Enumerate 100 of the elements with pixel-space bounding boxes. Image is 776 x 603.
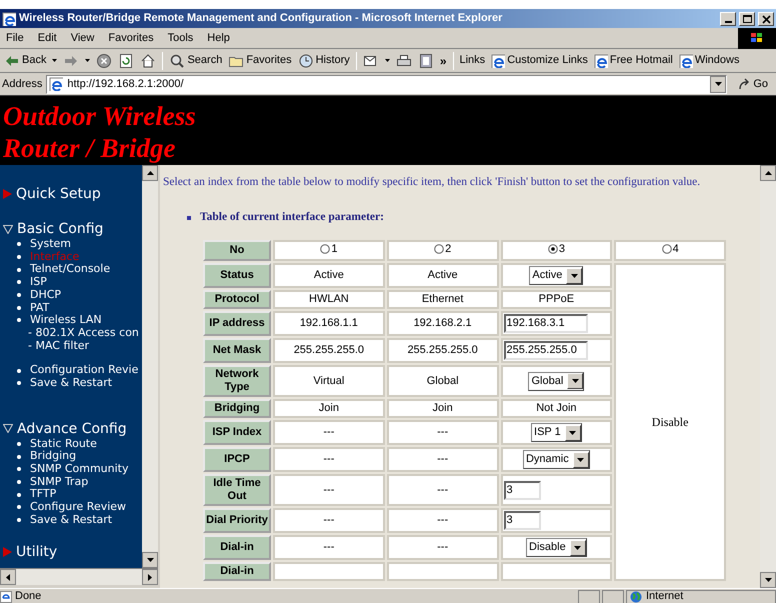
bullet-icon (17, 368, 21, 373)
sidebar-section[interactable]: Basic Config (0, 220, 142, 238)
back-button[interactable]: Back (4, 50, 46, 70)
page-icon (491, 54, 506, 68)
bullet-icon (17, 268, 21, 272)
sidebar-section[interactable]: Utility (0, 543, 142, 562)
link-button[interactable]: Free Hotmail (594, 52, 673, 69)
input-field[interactable]: 255.255.255.0 (504, 341, 588, 360)
table-cell: --- (273, 508, 385, 533)
table-cell: Virtual (273, 365, 385, 397)
radio-button[interactable]: 4 (662, 242, 679, 256)
address-field[interactable]: http://192.168.2.1:2000/ (46, 74, 728, 94)
bullet-icon (17, 454, 21, 459)
link-button[interactable]: Windows (678, 52, 740, 69)
history-button[interactable]: History (298, 50, 350, 70)
menu-item[interactable]: Edit (38, 30, 57, 46)
minimize-icon (724, 20, 732, 22)
document-icon (418, 52, 434, 68)
vertical-scrollbar[interactable] (142, 165, 158, 568)
input-field[interactable]: 3 (504, 511, 540, 530)
overflow-button[interactable]: » (440, 52, 446, 70)
down-triangle-icon (3, 424, 13, 434)
menu-item[interactable]: Favorites (108, 30, 154, 46)
link-button[interactable]: Customize Links (491, 52, 588, 69)
table-cell: --- (386, 508, 498, 533)
table-cell: Active (273, 263, 385, 288)
table-cell: Join (273, 399, 385, 418)
dropdown-arrow-icon (569, 430, 576, 434)
sidebar-section[interactable]: Advance Config (0, 420, 142, 438)
favorites-button[interactable]: Favorites (228, 50, 292, 70)
dropdown-arrow-icon (570, 274, 578, 278)
caret-icon[interactable] (85, 59, 90, 62)
globe-icon (630, 590, 642, 602)
radio-icon (320, 244, 330, 254)
search-icon (169, 52, 186, 68)
go-button[interactable]: Go (731, 76, 774, 92)
page-icon (2, 12, 16, 26)
table-cell: Join (386, 399, 498, 418)
status-panel (578, 590, 600, 603)
dropdown[interactable]: Disable (526, 538, 587, 557)
table-cell: --- (386, 420, 498, 445)
printer-icon (396, 52, 412, 68)
table-cell: Global (386, 365, 498, 397)
input-field[interactable]: 3 (504, 480, 540, 500)
table-cell: --- (386, 447, 498, 472)
menu-item[interactable]: View (70, 30, 94, 46)
bullet-icon (17, 381, 21, 386)
dropdown[interactable]: Dynamic (522, 450, 590, 469)
radio-button[interactable]: 3 (548, 242, 565, 256)
sidebar-link[interactable]: System (30, 236, 72, 253)
radio-button[interactable]: 1 (320, 242, 338, 256)
table-cell: Ethernet (386, 290, 498, 309)
page-icon (594, 54, 608, 68)
table-cell: HWLAN (273, 290, 385, 309)
row-header: Net Mask (203, 338, 271, 363)
menu-item[interactable]: File (6, 30, 24, 46)
row-header: Network Type (203, 365, 271, 397)
table-cell: --- (273, 474, 385, 506)
column-header: No (203, 240, 271, 261)
stop-icon (96, 52, 112, 68)
caret-icon[interactable] (384, 59, 390, 62)
table-cell: --- (386, 474, 498, 506)
table-cell: Active (386, 263, 498, 288)
page-icon (678, 54, 693, 68)
status-text: Disable (652, 414, 688, 428)
right-triangle-icon (3, 547, 12, 558)
dropdown[interactable]: Active (529, 266, 584, 285)
table-cell: --- (386, 535, 498, 560)
window-title: Wireless Router/Bridge Remote Management and Configuration - Microsoft Internet Explorer (19, 11, 504, 26)
dropdown-arrow-icon (714, 82, 722, 86)
menu-item[interactable]: Help (207, 30, 230, 46)
table-cell: Not Join (500, 399, 612, 418)
down-arrow-icon (764, 578, 772, 582)
bullet-icon (17, 255, 21, 260)
sidebar-section[interactable]: Quick Setup (0, 185, 142, 203)
row-header: Protocol (203, 290, 271, 309)
close-button[interactable] (758, 12, 774, 26)
maximize-button[interactable] (739, 12, 755, 26)
horizontal-scrollbar[interactable] (0, 568, 158, 585)
page-icon (49, 77, 64, 91)
vertical-scrollbar[interactable] (760, 165, 776, 588)
bullet-icon (17, 242, 21, 246)
input-field[interactable]: 192.168.3.1 (504, 314, 588, 333)
bullet-icon (17, 480, 21, 484)
right-arrow-icon (148, 574, 152, 580)
up-arrow-icon (146, 171, 154, 175)
bullet-icon (17, 442, 21, 446)
radio-button[interactable]: 2 (434, 242, 452, 256)
dropdown-arrow-icon (574, 546, 582, 550)
row-header: Idle Time Out (203, 474, 271, 506)
minimize-button[interactable] (720, 12, 736, 26)
right-triangle-icon (3, 189, 12, 199)
caret-icon[interactable] (52, 59, 58, 62)
dropdown[interactable]: ISP 1 (531, 423, 582, 442)
down-arrow-icon (146, 558, 154, 562)
search-button[interactable]: Search (169, 50, 222, 70)
bullet-icon (17, 318, 21, 322)
row-header: Dial-in (203, 535, 271, 560)
dropdown[interactable]: Global (528, 372, 584, 390)
menu-item[interactable]: Tools (168, 30, 194, 46)
